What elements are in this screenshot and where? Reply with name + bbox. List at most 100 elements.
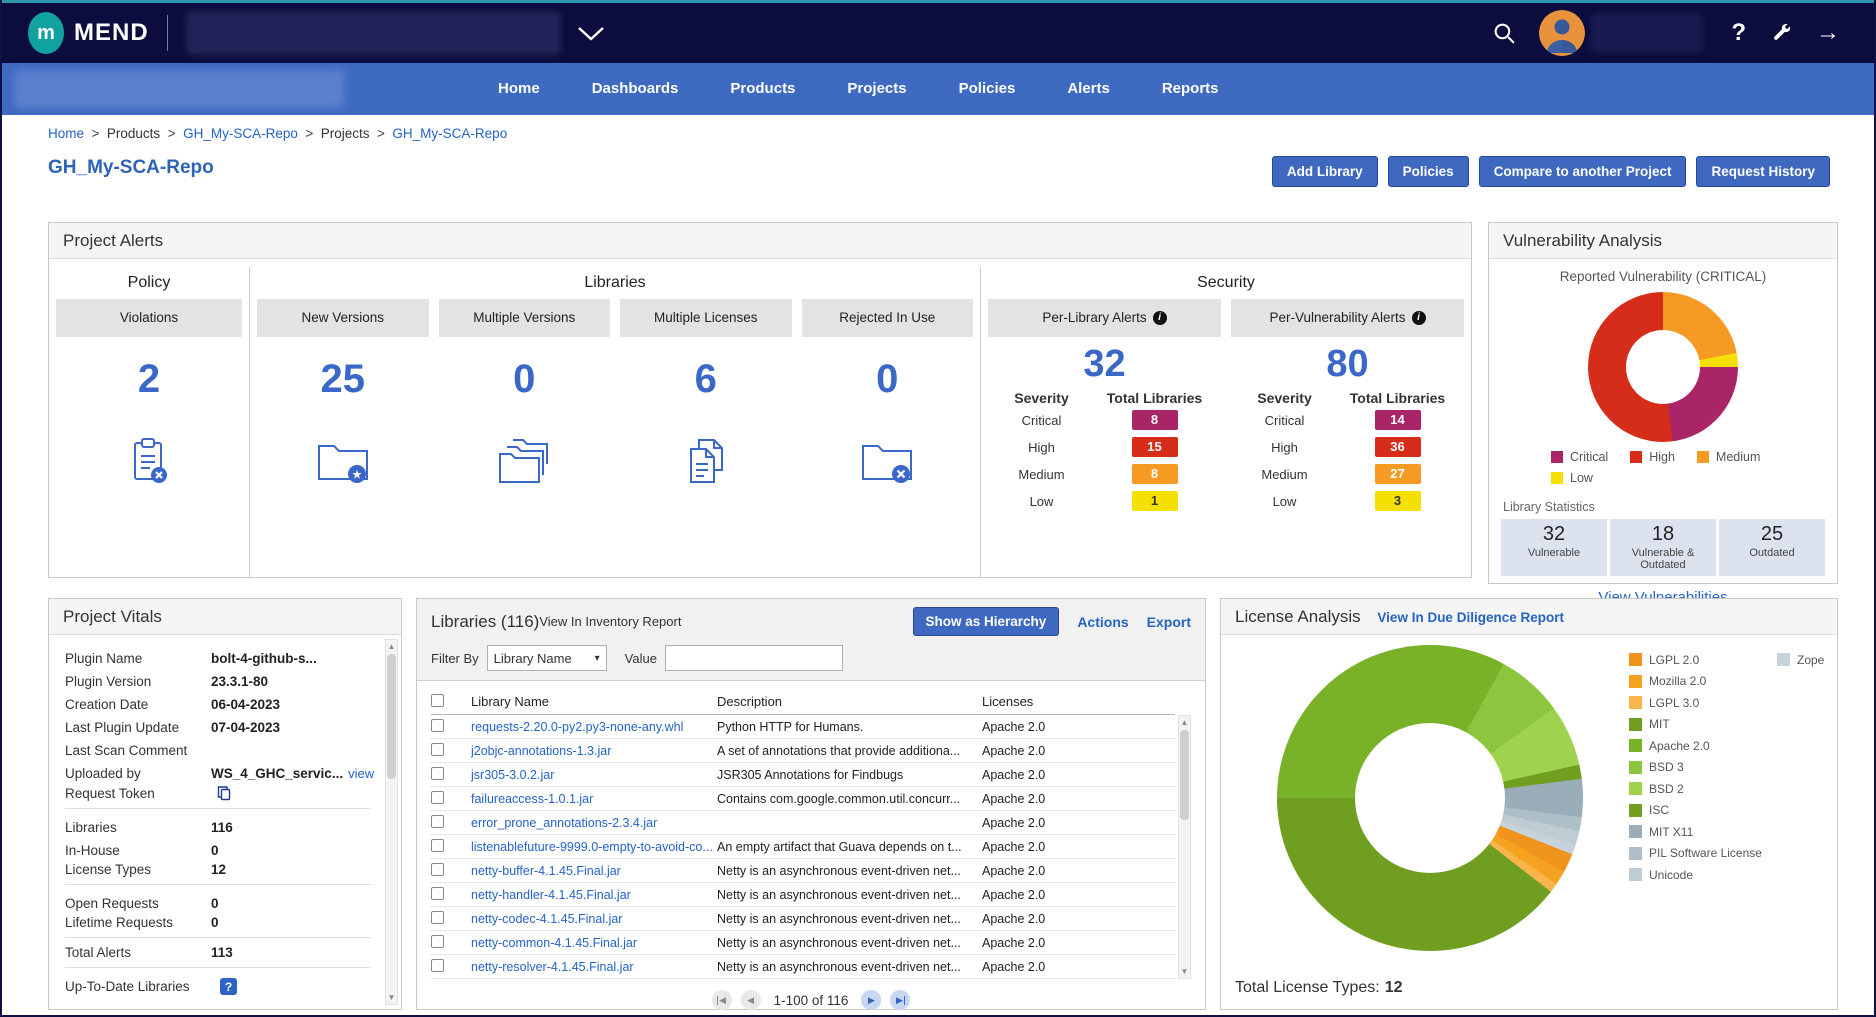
help-badge[interactable]: ? [220,978,237,995]
legend-swatch [1629,675,1642,688]
library-name-link[interactable]: requests-2.20.0-py2.py3-none-any.whl [471,720,717,734]
row-checkbox[interactable] [431,911,444,924]
row-checkbox[interactable] [431,791,444,804]
chevron-down-icon[interactable] [577,26,605,41]
library-statistic-box[interactable]: 18 Vulnerable & Outdated [1610,519,1716,576]
help-icon[interactable]: ? [1731,19,1746,47]
library-name-link[interactable]: netty-resolver-4.1.45.Final.jar [471,960,717,974]
info-icon[interactable]: i [1153,311,1167,325]
filter-field-select[interactable]: Library Name ▾ [487,645,607,671]
library-name-link[interactable]: jsr305-3.0.2.jar [471,768,717,782]
next-page-button[interactable]: ▶ [861,990,881,1010]
statistic-label: Vulnerable & Outdated [1610,547,1716,571]
select-all-checkbox[interactable] [431,694,444,707]
stat-tab[interactable]: Multiple Versions [439,299,611,337]
logout-icon[interactable]: → [1816,19,1840,47]
view-in-due-diligence-report-link[interactable]: View In Due Diligence Report [1377,610,1564,625]
library-name-link[interactable]: failureaccess-1.0.1.jar [471,792,717,806]
column-header-description[interactable]: Description [717,694,982,709]
library-name-link[interactable]: error_prone_annotations-2.3.4.jar [471,816,717,830]
alert-stat-card[interactable]: Multiple Licenses 6 [620,299,792,496]
first-page-button[interactable]: ◀ [712,990,732,1010]
row-checkbox[interactable] [431,743,444,756]
view-in-inventory-report-link[interactable]: View In Inventory Report [539,614,681,629]
nav-item[interactable]: Products [704,63,821,115]
action-button[interactable]: Request History [1696,156,1830,187]
library-name-link[interactable]: netty-buffer-4.1.45.Final.jar [471,864,717,878]
admin-wrench-icon[interactable] [1770,22,1792,44]
library-name-link[interactable]: netty-handler-4.1.45.Final.jar [471,888,717,902]
stat-tab[interactable]: New Versions [257,299,429,337]
stat-value[interactable]: 25 [321,357,366,402]
export-link[interactable]: Export [1147,614,1191,630]
filter-value-input[interactable] [665,645,843,671]
row-checkbox[interactable] [431,863,444,876]
action-button[interactable]: Policies [1388,156,1469,187]
scroll-down-icon[interactable]: ▼ [386,993,397,1002]
library-name-link[interactable]: netty-codec-4.1.45.Final.jar [471,912,717,926]
stat-tab[interactable]: Violations [56,299,242,337]
nav-item[interactable]: Home [472,63,566,115]
stat-tab[interactable]: Per-Library Alerts i [988,299,1221,337]
alert-stat-card[interactable]: Multiple Versions 0 [439,299,611,496]
alert-stat-card[interactable]: New Versions 25 ★ [257,299,429,496]
vitals-scrollbar[interactable]: ▲ ▼ [385,639,398,1005]
row-checkbox[interactable] [431,719,444,732]
stat-value[interactable]: 6 [695,357,717,402]
nav-item[interactable]: Policies [933,63,1042,115]
view-link[interactable]: view [348,766,374,781]
user-name-redacted[interactable] [1591,13,1703,53]
nav-item[interactable]: Reports [1136,63,1245,115]
row-checkbox[interactable] [431,839,444,852]
nav-item[interactable]: Alerts [1041,63,1136,115]
breadcrumb-item[interactable]: GH_My-SCA-Repo [160,126,298,141]
stat-value[interactable]: 0 [876,357,898,402]
breadcrumb-item[interactable]: GH_My-SCA-Repo [370,126,508,141]
info-icon[interactable]: i [1412,311,1426,325]
scrollbar-thumb[interactable] [387,654,396,779]
alert-stat-card[interactable]: Rejected In Use 0 [802,299,974,496]
table-scrollbar[interactable]: ▲ ▼ [1178,715,1191,979]
library-statistic-box[interactable]: 32 Vulnerable [1501,519,1607,576]
library-name-link[interactable]: j2objc-annotations-1.3.jar [471,744,717,758]
previous-page-button[interactable]: ◀ [741,990,761,1010]
stat-value[interactable]: 32 [1083,343,1125,386]
stat-tab[interactable]: Rejected In Use [802,299,974,337]
stat-value[interactable]: 80 [1326,343,1368,386]
row-checkbox[interactable] [431,815,444,828]
breadcrumb-item[interactable]: Products [84,126,160,141]
last-page-button[interactable]: ▶ [890,990,910,1010]
stat-tab[interactable]: Per-Vulnerability Alerts i [1231,299,1464,337]
library-statistic-box[interactable]: 25 Outdated [1719,519,1825,576]
severity-label: High [992,440,1092,455]
scroll-up-icon[interactable]: ▲ [386,642,397,651]
show-as-hierarchy-button[interactable]: Show as Hierarchy [913,607,1060,636]
scrollbar-thumb[interactable] [1180,730,1189,820]
column-header-licenses[interactable]: Licenses [982,694,1175,709]
scroll-down-icon[interactable]: ▼ [1179,967,1190,976]
row-checkbox[interactable] [431,887,444,900]
nav-item[interactable]: Dashboards [566,63,705,115]
action-button[interactable]: Compare to another Project [1479,156,1687,187]
library-name-link[interactable]: listenablefuture-9999.0-empty-to-avoid-c… [471,840,717,854]
action-button[interactable]: Add Library [1272,156,1378,187]
row-checkbox[interactable] [431,959,444,972]
actions-link[interactable]: Actions [1077,614,1128,630]
user-avatar[interactable] [1539,10,1585,56]
alert-stat-card[interactable]: Violations 2 [56,299,242,496]
copy-icon[interactable] [216,785,232,801]
stat-tab[interactable]: Multiple Licenses [620,299,792,337]
stat-value[interactable]: 2 [138,357,160,402]
nav-item[interactable]: Projects [821,63,932,115]
library-name-link[interactable]: netty-common-4.1.45.Final.jar [471,936,717,950]
organization-selector[interactable] [186,11,561,55]
scroll-up-icon[interactable]: ▲ [1179,718,1190,727]
legend-label: Critical [1570,450,1608,464]
breadcrumb-item[interactable]: Projects [298,126,370,141]
row-checkbox[interactable] [431,935,444,948]
breadcrumb-item[interactable]: Home [48,126,84,141]
stat-value[interactable]: 0 [513,357,535,402]
row-checkbox[interactable] [431,767,444,780]
column-header-library-name[interactable]: Library Name [471,694,717,709]
search-icon[interactable] [1492,21,1517,46]
